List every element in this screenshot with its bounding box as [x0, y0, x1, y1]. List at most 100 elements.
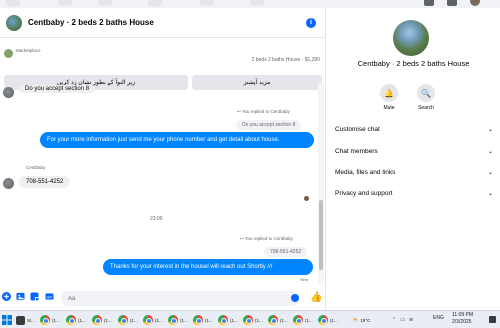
gif-icon[interactable]: GIF — [45, 292, 54, 301]
taskbar-app-label: (1... — [280, 317, 288, 323]
taskbar-app-label: (1... — [255, 317, 263, 323]
chrome-icon — [40, 315, 50, 325]
taskbar-app-label: (1... — [305, 317, 313, 323]
notifications-icon[interactable] — [447, 0, 457, 6]
message-list[interactable]: Do you accept section 8 ↩ You replied to… — [0, 83, 318, 283]
show-desktop-icon[interactable] — [489, 316, 496, 323]
tab-pill-icon[interactable] — [6, 0, 20, 6]
product-summary[interactable]: 2 beds 2 baths House - $1,280 — [252, 57, 320, 63]
taskbar-app-label: (1... — [52, 317, 60, 323]
weather-widget[interactable]: ☀ 19°C — [352, 314, 370, 326]
taskbar-app-label: (1... — [155, 317, 163, 323]
chat-header: Centbaby · 2 beds 2 baths House i — [0, 8, 326, 38]
taskbar-app[interactable]: (1... — [92, 314, 112, 326]
add-icon[interactable] — [2, 292, 11, 301]
taskbar-app[interactable]: (1... — [193, 314, 213, 326]
section-label: Chat members — [335, 147, 378, 155]
start-button[interactable] — [2, 314, 12, 326]
section-chat-members[interactable]: Chat members ⌄ — [335, 143, 493, 159]
sent-label: Sent — [300, 277, 309, 282]
app-icon — [16, 315, 25, 325]
contact-avatar — [3, 178, 14, 189]
chrome-icon — [193, 315, 203, 325]
marketplace-row: Marketplace 2 beds 2 baths House - $1,28… — [4, 48, 322, 68]
wifi-icon: ≋ — [408, 317, 414, 323]
windows-icon — [2, 315, 12, 325]
section-privacy-support[interactable]: Privacy and support ⌄ — [335, 185, 493, 201]
search-button[interactable]: 🔍 Search — [409, 84, 443, 111]
section-label: Customise chat — [335, 125, 380, 133]
mute-label: Mute — [383, 105, 395, 111]
section-media-files-links[interactable]: Media, files and links ⌄ — [335, 164, 493, 180]
taskbar-app[interactable]: (1... — [293, 314, 313, 326]
like-icon[interactable]: 👍 — [310, 292, 322, 303]
section-label: Privacy and support — [335, 189, 393, 197]
search-label: Search — [418, 105, 434, 111]
marketplace-label: Marketplace — [16, 48, 41, 53]
chevron-up-icon: ⌃ — [392, 317, 397, 323]
taskbar-app-label: (1... — [104, 317, 112, 323]
tab-pill-icon[interactable] — [250, 0, 264, 6]
avatar[interactable] — [6, 14, 22, 31]
avatar[interactable] — [393, 20, 429, 56]
quoted-message: Do you accept section 8 — [236, 120, 302, 130]
taskbar-app[interactable]: (1... — [40, 314, 60, 326]
taskbar-app-label: (1... — [205, 317, 213, 323]
info-icon[interactable]: i — [306, 18, 316, 28]
tab-pill-icon[interactable] — [98, 0, 112, 6]
language-indicator[interactable]: ENG — [433, 315, 444, 321]
photo-icon[interactable] — [16, 292, 25, 301]
side-title: Centbaby · 2 beds 2 baths House — [357, 59, 470, 68]
tab-pill-icon[interactable] — [58, 0, 72, 6]
sticker-icon[interactable] — [30, 292, 39, 301]
mute-button[interactable]: 🔔 Mute — [372, 84, 406, 111]
tab-pill-icon[interactable] — [148, 0, 162, 6]
chrome-icon — [318, 315, 328, 325]
taskbar-app[interactable]: (1... — [168, 314, 188, 326]
chrome-icon — [168, 315, 178, 325]
taskbar-app[interactable]: (1... — [66, 314, 86, 326]
incoming-message: 708-551-4252 — [19, 176, 71, 188]
chat-title[interactable]: Centbaby · 2 beds 2 baths House — [28, 18, 154, 27]
chrome-icon — [118, 315, 128, 325]
menu-grid-icon[interactable] — [424, 0, 434, 6]
scrollbar-thumb[interactable] — [319, 200, 323, 270]
taskbar-app-label: (1... — [130, 317, 138, 323]
tab-pill-icon[interactable] — [200, 0, 214, 6]
taskbar-app[interactable]: (1... — [218, 314, 238, 326]
taskbar: Sl... (1... (1... (1... (1... (1... (1..… — [0, 310, 500, 328]
chrome-icon — [143, 315, 153, 325]
contact-avatar — [3, 87, 14, 98]
bell-icon: 🔔 — [380, 84, 398, 102]
outgoing-message: For your more information just send me y… — [40, 132, 314, 148]
clock-date[interactable]: 2/3/2025 — [452, 319, 471, 325]
chevron-down-icon: ⌄ — [487, 126, 493, 133]
sender-name: Centbaby — [26, 165, 46, 170]
battery-icon: ▭ — [400, 317, 405, 323]
profile-avatar-icon[interactable] — [470, 0, 480, 6]
taskbar-app[interactable]: Sl... — [16, 314, 35, 326]
section-label: Media, files and links — [335, 168, 396, 176]
message-input[interactable] — [61, 291, 299, 306]
taskbar-app[interactable]: (1... — [143, 314, 163, 326]
chrome-icon — [293, 315, 303, 325]
chrome-icon — [218, 315, 228, 325]
clock-time[interactable]: 11:09 PM — [452, 312, 473, 318]
tray-icons[interactable]: ⌃ ▭ ≋ — [392, 314, 413, 326]
section-customise-chat[interactable]: Customise chat ⌄ — [335, 121, 493, 137]
outgoing-message: Thanks for your interest in the housel w… — [103, 259, 313, 275]
seen-indicator — [304, 196, 309, 201]
taskbar-app[interactable]: (1... — [118, 314, 138, 326]
reply-note-text: You replied to Centbaby — [244, 236, 293, 241]
chevron-down-icon: ⌄ — [487, 190, 493, 197]
search-icon: 🔍 — [417, 84, 435, 102]
taskbar-app[interactable]: (1... — [318, 314, 338, 326]
emoji-icon[interactable] — [291, 294, 299, 302]
weather-icon: ☀ — [352, 317, 359, 324]
taskbar-app-label: (1... — [78, 317, 86, 323]
taskbar-app[interactable]: (1... — [243, 314, 263, 326]
chevron-down-icon: ⌄ — [487, 148, 493, 155]
marketplace-avatar — [4, 49, 13, 58]
taskbar-app[interactable]: (1... — [268, 314, 288, 326]
chrome-icon — [92, 315, 102, 325]
